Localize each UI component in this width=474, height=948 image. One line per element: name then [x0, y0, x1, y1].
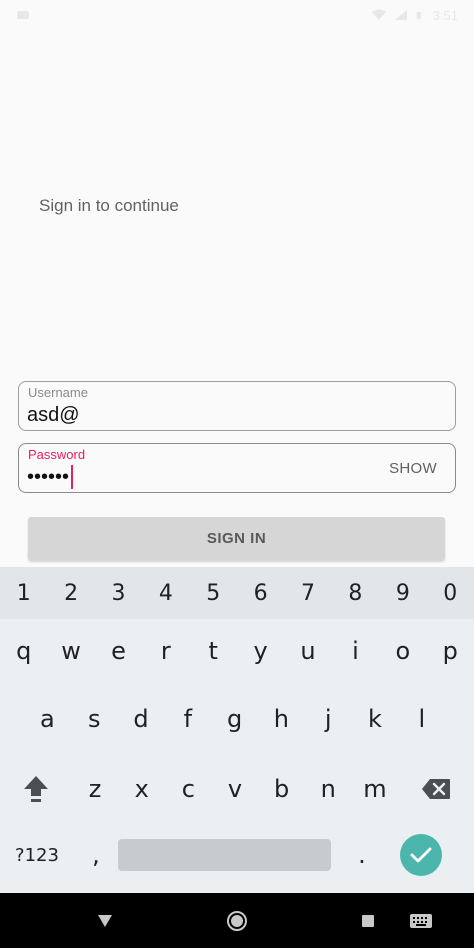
- key-s[interactable]: s: [71, 693, 118, 745]
- key-m[interactable]: m: [352, 763, 399, 815]
- check-icon: [410, 847, 432, 863]
- key-x[interactable]: x: [118, 763, 165, 815]
- keyboard-row-3: z x c v b n m: [0, 763, 474, 815]
- shift-icon: [23, 776, 48, 802]
- home-icon: [227, 910, 247, 931]
- username-field[interactable]: Username asd@: [18, 381, 456, 431]
- key-q[interactable]: q: [0, 625, 47, 677]
- status-time: 3:51: [432, 7, 458, 23]
- notification-icon: [17, 11, 29, 19]
- sign-in-subtitle: Sign in to continue: [39, 196, 179, 215]
- key-9[interactable]: 9: [379, 567, 426, 619]
- key-b[interactable]: b: [258, 763, 305, 815]
- key-h[interactable]: h: [258, 693, 305, 745]
- key-c[interactable]: c: [165, 763, 212, 815]
- key-f[interactable]: f: [164, 693, 211, 745]
- key-7[interactable]: 7: [284, 567, 331, 619]
- recents-button[interactable]: [343, 893, 393, 948]
- wifi-icon: [371, 9, 386, 20]
- shift-key[interactable]: [0, 763, 72, 815]
- key-w[interactable]: w: [47, 625, 94, 677]
- sign-in-button[interactable]: SIGN IN: [28, 517, 445, 560]
- navigation-bar: [0, 893, 474, 948]
- password-label: Password: [28, 447, 86, 462]
- comma-key[interactable]: ,: [74, 829, 118, 881]
- back-icon: [98, 914, 112, 927]
- key-r[interactable]: r: [142, 625, 189, 677]
- enter-circle: [400, 834, 442, 876]
- key-t[interactable]: t: [190, 625, 237, 677]
- key-z[interactable]: z: [72, 763, 119, 815]
- key-k[interactable]: k: [352, 693, 399, 745]
- recents-icon: [362, 914, 374, 927]
- password-input[interactable]: ••••••: [27, 464, 74, 490]
- keyboard-switch-button[interactable]: [396, 893, 446, 948]
- keyboard-number-row: 1 2 3 4 5 6 7 8 9 0: [0, 567, 474, 619]
- period-key[interactable]: .: [331, 829, 393, 881]
- show-password-button[interactable]: SHOW: [389, 460, 437, 477]
- key-4[interactable]: 4: [142, 567, 189, 619]
- password-field[interactable]: Password •••••• SHOW: [18, 443, 456, 493]
- password-value: ••••••: [27, 465, 70, 488]
- key-u[interactable]: u: [284, 625, 331, 677]
- key-1[interactable]: 1: [0, 567, 47, 619]
- signal-icon: [394, 10, 407, 20]
- space-bar: [118, 839, 331, 871]
- battery-icon: [416, 11, 421, 19]
- key-p[interactable]: p: [427, 625, 474, 677]
- backspace-icon: [422, 779, 451, 799]
- key-6[interactable]: 6: [237, 567, 284, 619]
- soft-keyboard: 1 2 3 4 5 6 7 8 9 0 q w e r t y u i o p …: [0, 567, 474, 893]
- key-y[interactable]: y: [237, 625, 284, 677]
- key-8[interactable]: 8: [332, 567, 379, 619]
- key-0[interactable]: 0: [427, 567, 474, 619]
- key-d[interactable]: d: [118, 693, 165, 745]
- status-bar: 3:51: [0, 0, 474, 30]
- key-5[interactable]: 5: [190, 567, 237, 619]
- backspace-key[interactable]: [398, 763, 474, 815]
- username-label: Username: [28, 385, 88, 400]
- space-key[interactable]: [118, 829, 331, 881]
- key-i[interactable]: i: [332, 625, 379, 677]
- key-2[interactable]: 2: [47, 567, 94, 619]
- key-o[interactable]: o: [379, 625, 426, 677]
- keyboard-row-4: ?123 , .: [0, 829, 474, 881]
- key-l[interactable]: l: [398, 693, 445, 745]
- key-a[interactable]: a: [24, 693, 71, 745]
- keyboard-row-2: a s d f g h j k l: [0, 693, 474, 745]
- enter-key[interactable]: [393, 829, 449, 881]
- key-v[interactable]: v: [212, 763, 259, 815]
- key-n[interactable]: n: [305, 763, 352, 815]
- key-3[interactable]: 3: [95, 567, 142, 619]
- keyboard-row-1: q w e r t y u i o p: [0, 625, 474, 677]
- home-button[interactable]: [212, 893, 262, 948]
- key-g[interactable]: g: [211, 693, 258, 745]
- username-input[interactable]: asd@: [27, 402, 80, 428]
- key-j[interactable]: j: [305, 693, 352, 745]
- key-e[interactable]: e: [95, 625, 142, 677]
- symbols-key[interactable]: ?123: [0, 829, 74, 881]
- username-value: asd@: [27, 403, 80, 426]
- text-cursor: [71, 465, 74, 489]
- back-button[interactable]: [80, 893, 130, 948]
- keyboard-switch-icon: [410, 913, 432, 928]
